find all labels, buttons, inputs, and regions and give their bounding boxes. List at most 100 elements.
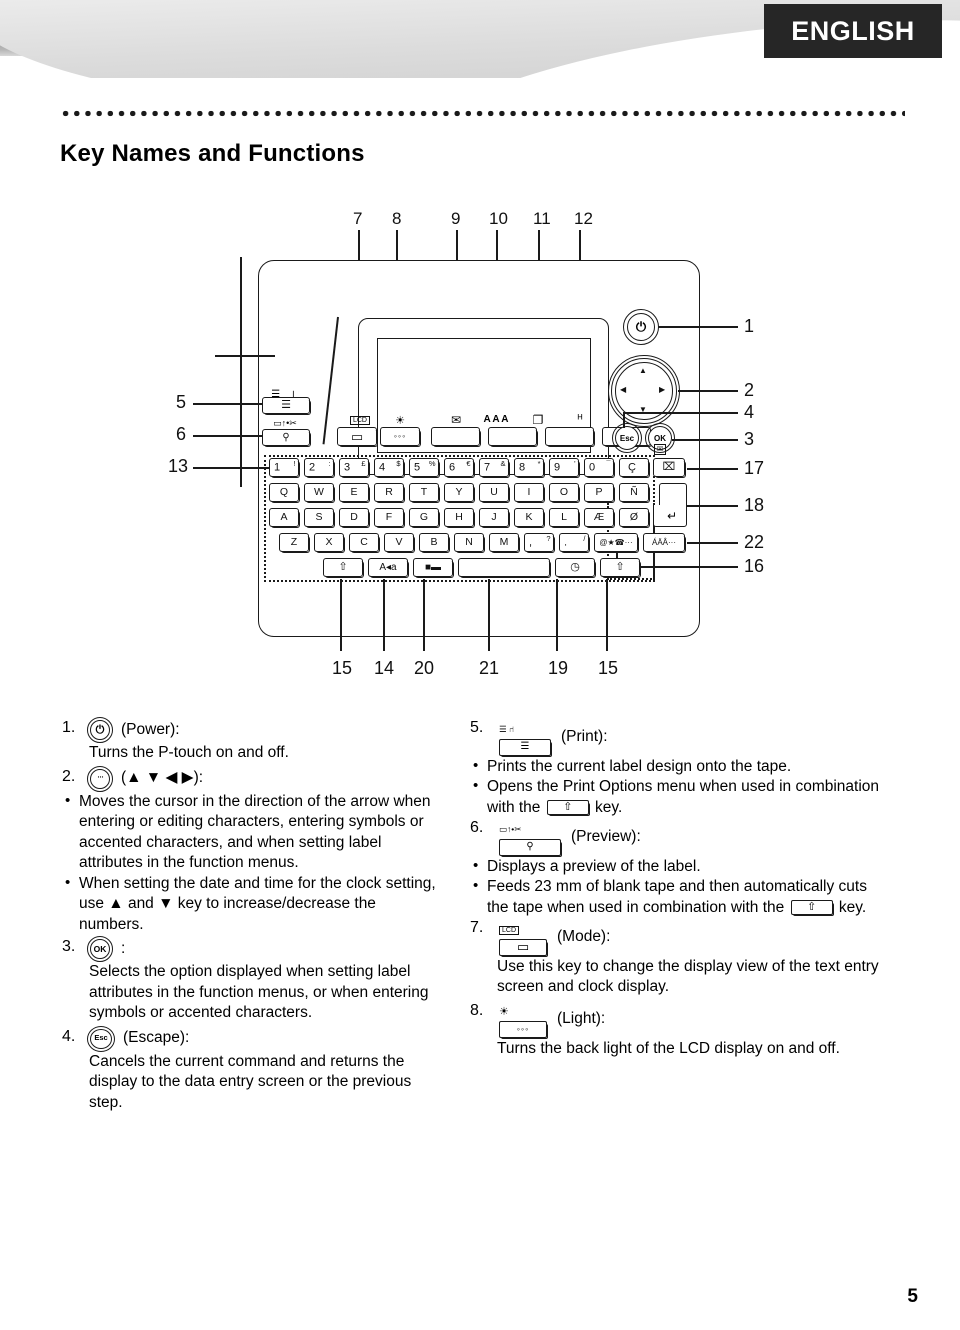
key-T[interactable]: T bbox=[409, 483, 440, 503]
leader-4 bbox=[623, 412, 738, 414]
key-E[interactable]: E bbox=[339, 483, 370, 503]
shift-right-key[interactable]: ⇧ bbox=[600, 558, 641, 578]
key-3[interactable]: 3 £ bbox=[339, 458, 370, 478]
entry-6-number: 6. bbox=[470, 819, 484, 836]
key-L[interactable]: L bbox=[549, 508, 580, 528]
key-5[interactable]: 5% bbox=[409, 458, 440, 478]
key-9[interactable]: 9 ' bbox=[549, 458, 580, 478]
shift-left-key[interactable]: ⇧ bbox=[323, 558, 364, 578]
dpad-up-icon[interactable]: ▲ bbox=[639, 367, 647, 375]
key-0[interactable]: 0 ¯ bbox=[584, 458, 615, 478]
entry-7: 7. LCD ▭ (Mode): bbox=[470, 918, 890, 957]
key-P[interactable]: P bbox=[584, 483, 615, 503]
leader-1 bbox=[658, 326, 738, 328]
key-2[interactable]: 2: bbox=[304, 458, 335, 478]
enter-key[interactable]: ↵ bbox=[653, 483, 687, 527]
label-key[interactable] bbox=[545, 427, 595, 447]
key-I[interactable]: I bbox=[514, 483, 545, 503]
entry-7-name: (Mode): bbox=[557, 927, 611, 945]
caps-key[interactable]: A◂a bbox=[368, 558, 409, 578]
callout-22: 22 bbox=[744, 532, 765, 552]
callout-20: 20 bbox=[414, 658, 435, 678]
callout-15-right: 15 bbox=[598, 658, 619, 678]
callout-16: 16 bbox=[744, 556, 765, 576]
key-C[interactable]: C bbox=[349, 533, 380, 553]
key-6[interactable]: 6 € bbox=[444, 458, 475, 478]
key-Q[interactable]: Q bbox=[269, 483, 300, 503]
space-key[interactable] bbox=[458, 558, 551, 578]
entry-6-name: (Preview): bbox=[571, 827, 641, 845]
label-type-key[interactable]: ■▬ bbox=[413, 558, 454, 578]
key-Z[interactable]: Z bbox=[279, 533, 310, 553]
leader-18 bbox=[687, 505, 738, 507]
entry-3-text: Selects the option displayed when settin… bbox=[89, 963, 429, 1021]
key-N[interactable]: N bbox=[454, 533, 485, 553]
key-Ntilde[interactable]: Ñ bbox=[619, 483, 650, 503]
key-comma[interactable]: ,? bbox=[524, 533, 555, 553]
backspace-key[interactable]: ⌧ bbox=[653, 458, 686, 478]
callout-18: 18 bbox=[744, 495, 765, 515]
key-D[interactable]: D bbox=[339, 508, 370, 528]
symbol-key[interactable]: @★☎··· bbox=[594, 533, 639, 553]
cursor-dpad[interactable]: ▲ ▼ ◀ ▶ bbox=[608, 355, 680, 427]
key-Oslash[interactable]: Ø bbox=[619, 508, 650, 528]
leader-14 bbox=[383, 579, 385, 651]
shift-key-inline-icon: ⇧ bbox=[790, 899, 834, 916]
key-O[interactable]: O bbox=[549, 483, 580, 503]
leader-15a bbox=[340, 579, 342, 651]
clock-key[interactable]: ◷ bbox=[555, 558, 596, 578]
key-period[interactable]: . / bbox=[559, 533, 590, 553]
key-H[interactable]: H bbox=[444, 508, 475, 528]
mode-key-face: ▭ bbox=[350, 429, 364, 444]
key-8[interactable]: 8 * bbox=[514, 458, 545, 478]
key-7[interactable]: 7 & bbox=[479, 458, 510, 478]
leader-left-vertical bbox=[240, 257, 242, 487]
entry-5-name: (Print): bbox=[561, 727, 608, 745]
leader-tape-exit bbox=[215, 355, 275, 357]
leader-22 bbox=[687, 542, 738, 544]
leader-21 bbox=[488, 579, 490, 651]
print-key[interactable]: ☰ bbox=[262, 397, 311, 415]
key-1[interactable]: 1! bbox=[269, 458, 300, 478]
entry-2-number: 2. bbox=[62, 767, 76, 785]
entry-2-bullet-1: Moves the cursor in the direction of the… bbox=[62, 791, 444, 874]
callout-13: 13 bbox=[168, 456, 189, 476]
dpad-icon: ⋯ bbox=[87, 765, 113, 792]
key-B[interactable]: B bbox=[419, 533, 450, 553]
dpad-left-icon[interactable]: ◀ bbox=[620, 386, 626, 394]
entry-8-name: (Light): bbox=[557, 1010, 606, 1027]
key-W[interactable]: W bbox=[304, 483, 335, 503]
key-S[interactable]: S bbox=[304, 508, 335, 528]
key-R[interactable]: R bbox=[374, 483, 405, 503]
key-K[interactable]: K bbox=[514, 508, 545, 528]
page-title: Key Names and Functions bbox=[60, 140, 365, 167]
leader-2 bbox=[678, 390, 738, 392]
key-X[interactable]: X bbox=[314, 533, 345, 553]
preview-key[interactable]: ⚲ bbox=[262, 429, 311, 447]
key-J[interactable]: J bbox=[479, 508, 510, 528]
key-A[interactable]: A bbox=[269, 508, 300, 528]
key-AE[interactable]: Æ bbox=[584, 508, 615, 528]
print-key-face: ☰ bbox=[281, 399, 291, 411]
key-M[interactable]: M bbox=[489, 533, 520, 553]
dpad-right-icon[interactable]: ▶ bbox=[659, 386, 665, 394]
preview-key-face: ⚲ bbox=[282, 431, 290, 443]
power-icon: ⏻ bbox=[87, 717, 113, 743]
light-key[interactable]: ◦◦◦ bbox=[380, 427, 421, 447]
key-G[interactable]: G bbox=[409, 508, 440, 528]
mode-key[interactable]: ▭ bbox=[337, 427, 378, 447]
key-4[interactable]: 4 $ bbox=[374, 458, 405, 478]
key-ccedilla[interactable]: Ç bbox=[619, 458, 650, 478]
entry-8-number: 8. bbox=[470, 1001, 484, 1019]
accent-key[interactable]: ÁÄÂ··· bbox=[643, 533, 686, 553]
entry-7-number: 7. bbox=[470, 919, 484, 936]
backspace-icon: ⌧ bbox=[662, 461, 676, 473]
dotted-rule-divider bbox=[60, 110, 905, 117]
text-key[interactable] bbox=[488, 427, 538, 447]
key-Y[interactable]: Y bbox=[444, 483, 475, 503]
esc-button-ring bbox=[612, 423, 642, 453]
key-F[interactable]: F bbox=[374, 508, 405, 528]
file-key[interactable] bbox=[431, 427, 481, 447]
key-U[interactable]: U bbox=[479, 483, 510, 503]
key-V[interactable]: V bbox=[384, 533, 415, 553]
